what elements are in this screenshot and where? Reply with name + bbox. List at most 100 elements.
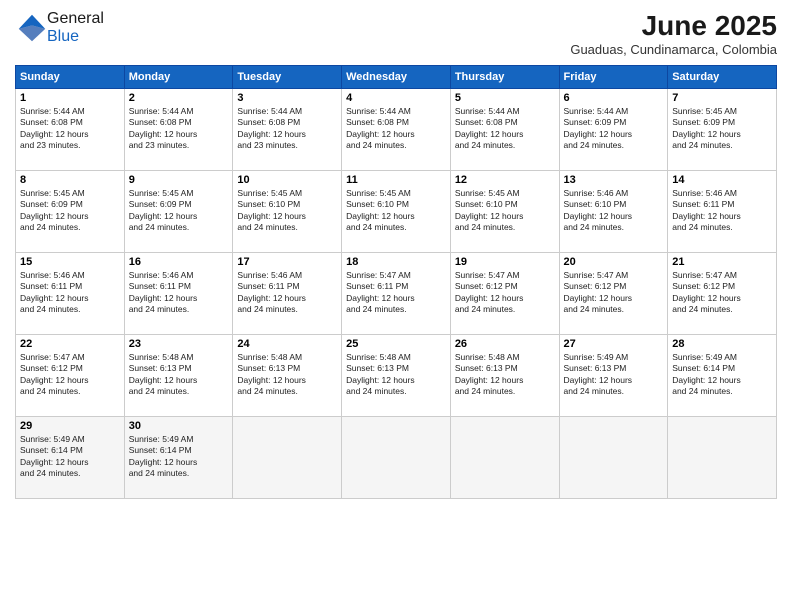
calendar-day-cell: 11 Sunrise: 5:45 AMSunset: 6:10 PMDayligh…	[342, 171, 451, 253]
calendar-day-cell: 3 Sunrise: 5:44 AMSunset: 6:08 PMDaylight…	[233, 89, 342, 171]
weekday-header: Sunday	[16, 66, 125, 89]
month-year: June 2025	[570, 10, 777, 42]
calendar-day-cell: 30 Sunrise: 5:49 AMSunset: 6:14 PMDayligh…	[124, 417, 233, 499]
calendar-day-cell: 6 Sunrise: 5:44 AMSunset: 6:09 PMDaylight…	[559, 89, 668, 171]
weekday-header: Thursday	[450, 66, 559, 89]
calendar-day-cell: 5Sunrise: 5:44 AMSunset: 6:08 PMDaylight…	[450, 89, 559, 171]
day-number: 25	[346, 338, 446, 350]
calendar-day-cell: 20Sunrise: 5:47 AMSunset: 6:12 PMDayligh…	[559, 253, 668, 335]
calendar-day-cell: 28 Sunrise: 5:49 AMSunset: 6:14 PMDayligh…	[668, 335, 777, 417]
day-number: 8	[20, 174, 120, 186]
calendar-header-row: SundayMondayTuesdayWednesdayThursdayFrid…	[16, 66, 777, 89]
day-number: 23	[129, 338, 229, 350]
calendar-table: SundayMondayTuesdayWednesdayThursdayFrid…	[15, 65, 777, 499]
day-number: 20	[564, 256, 664, 268]
day-number: 29	[20, 420, 120, 432]
day-number: 4	[346, 92, 446, 104]
calendar-day-cell: 1 Sunrise: 5:44 AMSunset: 6:08 PMDaylight…	[16, 89, 125, 171]
calendar-week-row: 15 Sunrise: 5:46 AMSunset: 6:11 PMDayligh…	[16, 253, 777, 335]
day-info: Sunrise: 5:45 AMSunset: 6:10 PMDaylight:…	[455, 188, 524, 232]
day-number: 6	[564, 92, 664, 104]
calendar-day-cell: 9Sunrise: 5:45 AMSunset: 6:09 PMDaylight…	[124, 171, 233, 253]
weekday-header: Monday	[124, 66, 233, 89]
day-number: 19	[455, 256, 555, 268]
day-info: Sunrise: 5:45 AMSunset: 6:10 PMDaylight:…	[237, 188, 306, 232]
calendar-day-cell: 12 Sunrise: 5:45 AMSunset: 6:10 PMDayligh…	[450, 171, 559, 253]
calendar-day-cell: 18Sunrise: 5:47 AMSunset: 6:11 PMDayligh…	[342, 253, 451, 335]
day-number: 10	[237, 174, 337, 186]
day-number: 11	[346, 174, 446, 186]
calendar-day-cell: 13Sunrise: 5:46 AMSunset: 6:10 PMDayligh…	[559, 171, 668, 253]
day-info: Sunrise: 5:44 AMSunset: 6:09 PMDaylight:…	[564, 106, 633, 150]
day-info: Sunrise: 5:46 AMSunset: 6:11 PMDaylight:…	[129, 270, 198, 314]
calendar-day-cell: 19 Sunrise: 5:47 AMSunset: 6:12 PMDayligh…	[450, 253, 559, 335]
day-number: 2	[129, 92, 229, 104]
calendar-day-cell: 7Sunrise: 5:45 AMSunset: 6:09 PMDaylight…	[668, 89, 777, 171]
day-number: 3	[237, 92, 337, 104]
day-number: 28	[672, 338, 772, 350]
logo-icon	[17, 13, 47, 43]
day-number: 21	[672, 256, 772, 268]
calendar-day-cell: 15 Sunrise: 5:46 AMSunset: 6:11 PMDayligh…	[16, 253, 125, 335]
day-number: 9	[129, 174, 229, 186]
calendar-day-cell	[233, 417, 342, 499]
day-info: Sunrise: 5:47 AMSunset: 6:12 PMDaylight:…	[20, 352, 89, 396]
day-number: 13	[564, 174, 664, 186]
calendar-week-row: 8 Sunrise: 5:45 AMSunset: 6:09 PMDaylight…	[16, 171, 777, 253]
day-number: 15	[20, 256, 120, 268]
calendar-day-cell: 25 Sunrise: 5:48 AMSunset: 6:13 PMDayligh…	[342, 335, 451, 417]
day-info: Sunrise: 5:44 AMSunset: 6:08 PMDaylight:…	[129, 106, 198, 150]
day-number: 22	[20, 338, 120, 350]
calendar-week-row: 1 Sunrise: 5:44 AMSunset: 6:08 PMDaylight…	[16, 89, 777, 171]
calendar-day-cell: 14Sunrise: 5:46 AMSunset: 6:11 PMDayligh…	[668, 171, 777, 253]
day-info: Sunrise: 5:48 AMSunset: 6:13 PMDaylight:…	[346, 352, 415, 396]
header: General Blue June 2025 Guaduas, Cundinam…	[15, 10, 777, 57]
calendar-day-cell: 10 Sunrise: 5:45 AMSunset: 6:10 PMDayligh…	[233, 171, 342, 253]
calendar-day-cell: 17 Sunrise: 5:46 AMSunset: 6:11 PMDayligh…	[233, 253, 342, 335]
weekday-header: Tuesday	[233, 66, 342, 89]
calendar-day-cell	[668, 417, 777, 499]
day-number: 26	[455, 338, 555, 350]
calendar-day-cell: 29 Sunrise: 5:49 AMSunset: 6:14 PMDayligh…	[16, 417, 125, 499]
calendar-week-row: 29 Sunrise: 5:49 AMSunset: 6:14 PMDayligh…	[16, 417, 777, 499]
day-number: 17	[237, 256, 337, 268]
day-info: Sunrise: 5:44 AMSunset: 6:08 PMDaylight:…	[20, 106, 89, 150]
weekday-header: Saturday	[668, 66, 777, 89]
weekday-header: Friday	[559, 66, 668, 89]
title-block: June 2025 Guaduas, Cundinamarca, Colombi…	[570, 10, 777, 57]
calendar-day-cell: 4Sunrise: 5:44 AMSunset: 6:08 PMDaylight…	[342, 89, 451, 171]
day-number: 27	[564, 338, 664, 350]
calendar-week-row: 22 Sunrise: 5:47 AMSunset: 6:12 PMDayligh…	[16, 335, 777, 417]
day-info: Sunrise: 5:49 AMSunset: 6:14 PMDaylight:…	[129, 434, 198, 478]
day-info: Sunrise: 5:45 AMSunset: 6:10 PMDaylight:…	[346, 188, 415, 232]
calendar-day-cell	[450, 417, 559, 499]
page: General Blue June 2025 Guaduas, Cundinam…	[0, 0, 792, 612]
day-info: Sunrise: 5:47 AMSunset: 6:12 PMDaylight:…	[455, 270, 524, 314]
day-info: Sunrise: 5:49 AMSunset: 6:14 PMDaylight:…	[672, 352, 741, 396]
day-info: Sunrise: 5:44 AMSunset: 6:08 PMDaylight:…	[237, 106, 306, 150]
day-info: Sunrise: 5:49 AMSunset: 6:13 PMDaylight:…	[564, 352, 633, 396]
calendar-day-cell: 26Sunrise: 5:48 AMSunset: 6:13 PMDayligh…	[450, 335, 559, 417]
day-info: Sunrise: 5:46 AMSunset: 6:11 PMDaylight:…	[237, 270, 306, 314]
calendar-day-cell: 8 Sunrise: 5:45 AMSunset: 6:09 PMDaylight…	[16, 171, 125, 253]
day-number: 30	[129, 420, 229, 432]
logo-blue-text: Blue	[47, 28, 79, 45]
calendar-day-cell: 24 Sunrise: 5:48 AMSunset: 6:13 PMDayligh…	[233, 335, 342, 417]
calendar-day-cell: 2 Sunrise: 5:44 AMSunset: 6:08 PMDaylight…	[124, 89, 233, 171]
day-number: 5	[455, 92, 555, 104]
logo-general-text: General	[47, 10, 104, 27]
day-number: 7	[672, 92, 772, 104]
day-number: 24	[237, 338, 337, 350]
calendar-day-cell: 16 Sunrise: 5:46 AMSunset: 6:11 PMDayligh…	[124, 253, 233, 335]
day-info: Sunrise: 5:48 AMSunset: 6:13 PMDaylight:…	[237, 352, 306, 396]
day-info: Sunrise: 5:49 AMSunset: 6:14 PMDaylight:…	[20, 434, 89, 478]
day-info: Sunrise: 5:46 AMSunset: 6:11 PMDaylight:…	[20, 270, 89, 314]
day-info: Sunrise: 5:47 AMSunset: 6:11 PMDaylight:…	[346, 270, 415, 314]
day-number: 12	[455, 174, 555, 186]
calendar-day-cell: 22 Sunrise: 5:47 AMSunset: 6:12 PMDayligh…	[16, 335, 125, 417]
calendar-day-cell: 21Sunrise: 5:47 AMSunset: 6:12 PMDayligh…	[668, 253, 777, 335]
location: Guaduas, Cundinamarca, Colombia	[570, 42, 777, 57]
day-number: 16	[129, 256, 229, 268]
day-info: Sunrise: 5:45 AMSunset: 6:09 PMDaylight:…	[20, 188, 89, 232]
day-number: 1	[20, 92, 120, 104]
